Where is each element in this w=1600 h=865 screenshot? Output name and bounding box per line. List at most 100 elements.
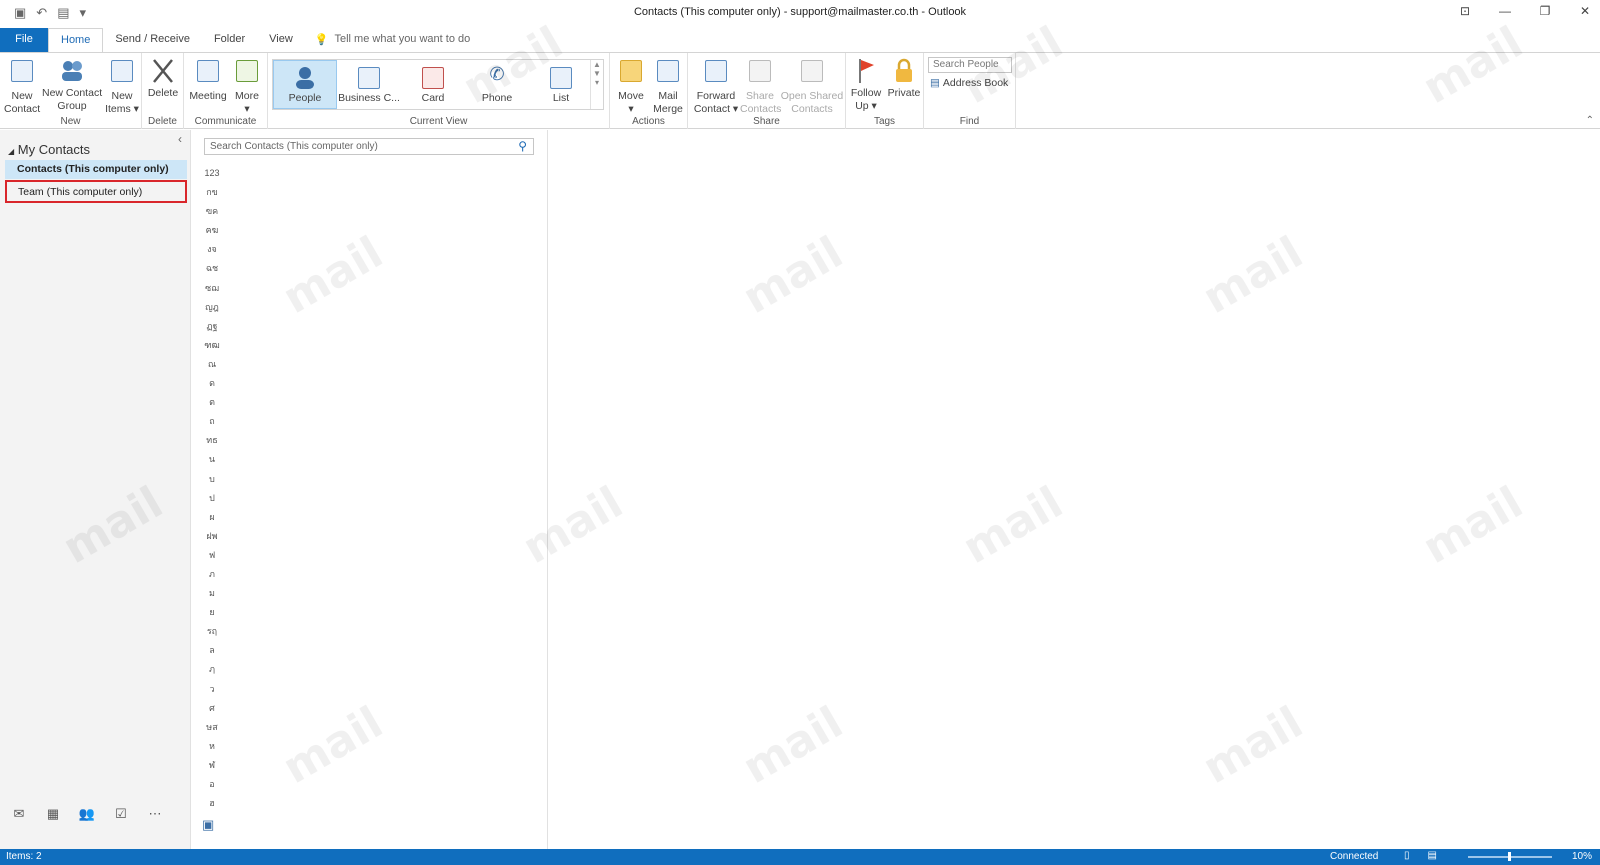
- index-letter[interactable]: ซฌ: [198, 279, 226, 298]
- address-book-button[interactable]: ▤ Address Book: [930, 77, 1008, 89]
- contacts-list-pane: Search Contacts (This computer only) ⚲ 1…: [192, 130, 548, 849]
- collapse-ribbon-icon[interactable]: ⌃: [1586, 115, 1594, 126]
- tasks-icon[interactable]: ☑: [112, 806, 130, 822]
- view-phone[interactable]: ✆ Phone: [465, 60, 529, 109]
- tab-view[interactable]: View: [257, 28, 305, 52]
- index-letter[interactable]: 123: [198, 164, 226, 183]
- index-letter[interactable]: ฅฆ: [198, 221, 226, 240]
- index-letter[interactable]: ฑฒ: [198, 336, 226, 355]
- search-people-input[interactable]: Search People: [928, 57, 1012, 73]
- new-contact-group-button[interactable]: New Contact Group: [42, 57, 102, 113]
- more-button[interactable]: More ▾: [230, 57, 264, 116]
- new-items-button[interactable]: New Items ▾: [104, 57, 140, 116]
- index-letter[interactable]: ย: [198, 603, 226, 622]
- tab-send-receive[interactable]: Send / Receive: [103, 28, 202, 52]
- index-letter[interactable]: ป: [198, 489, 226, 508]
- index-letter[interactable]: ภ: [198, 565, 226, 584]
- navigation-bar: ✉ ▦ 👥 ☑ ⋯: [0, 799, 190, 829]
- index-letter[interactable]: น: [198, 450, 226, 469]
- tab-file[interactable]: File: [0, 28, 48, 52]
- index-letter[interactable]: งจ: [198, 240, 226, 259]
- index-letter[interactable]: ฝพ: [198, 527, 226, 546]
- index-letter[interactable]: ษส: [198, 718, 226, 737]
- contact-card-icon[interactable]: ▣: [202, 817, 214, 833]
- delete-icon: [149, 57, 177, 85]
- group-delete-label: Delete: [148, 116, 177, 127]
- restore-icon[interactable]: ❐: [1538, 4, 1552, 18]
- tab-folder[interactable]: Folder: [202, 28, 257, 52]
- share-contacts-label: Share Contacts: [740, 90, 782, 115]
- group-find: Search People ▤ Address Book Find: [924, 53, 1016, 129]
- index-letter[interactable]: ญฎ: [198, 298, 226, 317]
- zoom-slider-thumb[interactable]: [1508, 852, 1511, 861]
- share-contacts-button[interactable]: Share Contacts: [740, 57, 782, 116]
- index-letter[interactable]: อ: [198, 775, 226, 794]
- people-view-icon: [296, 67, 314, 89]
- index-letter[interactable]: ห: [198, 737, 226, 756]
- index-letter[interactable]: ด: [198, 374, 226, 393]
- minimize-icon[interactable]: —: [1498, 4, 1512, 18]
- folder-team[interactable]: Team (This computer only): [5, 180, 187, 203]
- mail-icon[interactable]: ✉: [10, 806, 28, 822]
- my-contacts-header[interactable]: ◢ My Contacts: [8, 142, 90, 157]
- index-letter[interactable]: ฉช: [198, 259, 226, 278]
- lightbulb-icon: 💡: [314, 34, 329, 46]
- window-title: Contacts (This computer only) - support@…: [633, 6, 967, 18]
- index-letter[interactable]: ฏฐ: [198, 317, 226, 336]
- close-icon[interactable]: ✕: [1578, 4, 1592, 18]
- meeting-button[interactable]: Meeting: [188, 57, 228, 103]
- follow-up-button[interactable]: Follow Up ▾: [848, 57, 884, 113]
- more-label: More ▾: [235, 90, 259, 115]
- index-letter[interactable]: ถ: [198, 412, 226, 431]
- index-letter[interactable]: ฟ: [198, 546, 226, 565]
- index-letter[interactable]: ฬ: [198, 756, 226, 775]
- index-letter[interactable]: ฦ: [198, 660, 226, 679]
- index-letter[interactable]: บ: [198, 470, 226, 489]
- view-people[interactable]: People: [273, 60, 337, 109]
- move-button[interactable]: Move ▾: [614, 57, 648, 116]
- normal-view-icon[interactable]: ▯: [1404, 850, 1410, 861]
- view-business-card[interactable]: Business C...: [337, 60, 401, 109]
- lock-icon: [890, 57, 918, 85]
- share-contacts-icon: [746, 60, 774, 88]
- index-letter[interactable]: ว: [198, 680, 226, 699]
- alphabet-index: 123 กข ฃค ฅฆ งจ ฉช ซฌ ญฎ ฏฐ ฑฒณดตถทธนบปผฝพฟภมยรฤล…: [198, 164, 226, 813]
- index-letter[interactable]: ศ: [198, 699, 226, 718]
- ribbon-tabs: File Home Send / Receive Folder View 💡 T…: [0, 28, 1600, 52]
- index-letter[interactable]: ทธ: [198, 431, 226, 450]
- index-letter[interactable]: ณ: [198, 355, 226, 374]
- search-icon[interactable]: ⚲: [518, 139, 527, 153]
- calendar-icon[interactable]: ▦: [44, 806, 62, 822]
- index-letter[interactable]: กข: [198, 183, 226, 202]
- index-letter[interactable]: ม: [198, 584, 226, 603]
- gallery-scroll[interactable]: ▲ ▼ ▾: [590, 60, 603, 109]
- people-icon[interactable]: 👥: [78, 806, 96, 822]
- private-button[interactable]: Private: [886, 57, 922, 100]
- tab-home[interactable]: Home: [48, 28, 104, 52]
- tell-me-label: Tell me what you want to do: [334, 33, 471, 45]
- mail-merge-button[interactable]: Mail Merge: [650, 57, 686, 116]
- more-icon[interactable]: ⋯: [146, 806, 164, 822]
- view-card[interactable]: Card: [401, 60, 465, 109]
- new-contact-button[interactable]: New Contact: [4, 57, 40, 116]
- phone-icon: ✆: [489, 64, 505, 84]
- index-letter[interactable]: รฤ: [198, 622, 226, 641]
- forward-contact-button[interactable]: Forward Contact ▾: [692, 57, 740, 116]
- view-list-label: List: [552, 92, 570, 104]
- index-letter[interactable]: ผ: [198, 508, 226, 527]
- group-new: New Contact New Contact Group New Items …: [0, 53, 142, 129]
- index-letter[interactable]: ฮ: [198, 794, 226, 813]
- search-contacts-input[interactable]: Search Contacts (This computer only) ⚲: [204, 138, 534, 155]
- index-letter[interactable]: ต: [198, 393, 226, 412]
- open-shared-contacts-button[interactable]: Open Shared Contacts: [780, 57, 844, 116]
- reading-view-icon[interactable]: ▤: [1428, 850, 1437, 861]
- delete-button[interactable]: Delete: [144, 57, 182, 100]
- tell-me-search[interactable]: 💡 Tell me what you want to do: [305, 28, 480, 52]
- ribbon-display-options-icon[interactable]: ⊡: [1458, 4, 1472, 18]
- list-icon: [550, 67, 572, 89]
- index-letter[interactable]: ล: [198, 641, 226, 660]
- collapse-pane-icon[interactable]: ‹: [178, 132, 182, 146]
- view-list[interactable]: List: [529, 60, 593, 109]
- index-letter[interactable]: ฃค: [198, 202, 226, 221]
- folder-contacts[interactable]: Contacts (This computer only): [5, 160, 187, 179]
